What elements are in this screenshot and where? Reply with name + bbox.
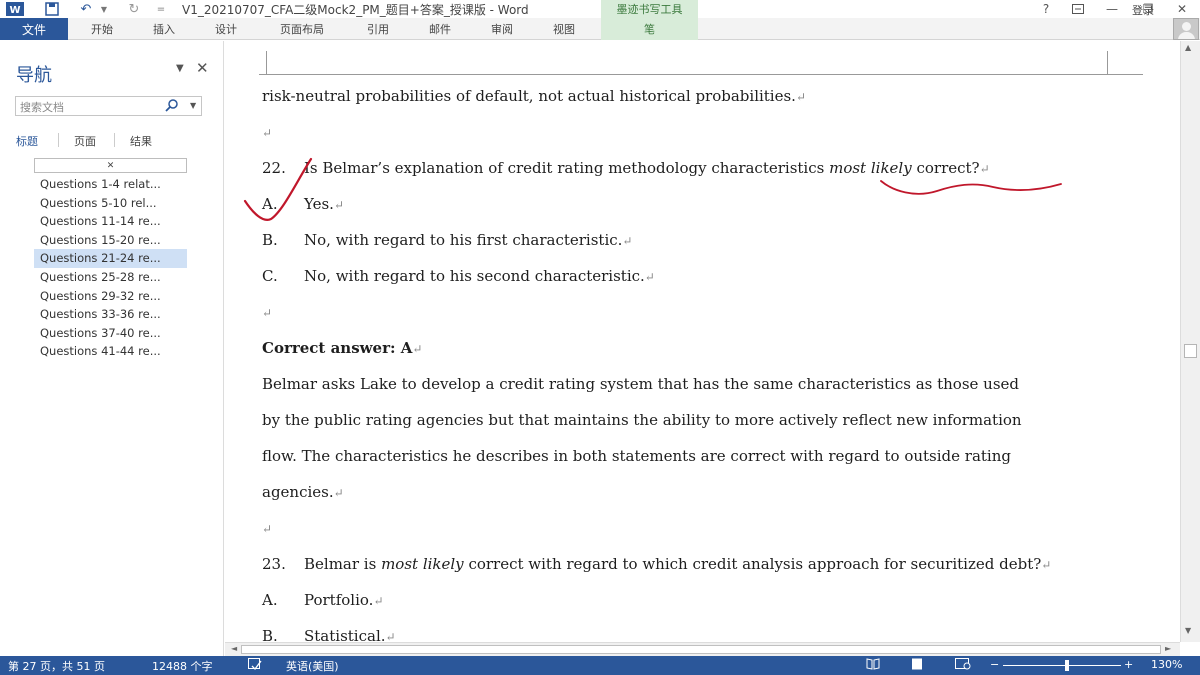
heading-item[interactable]: Questions 29-32 re...	[34, 287, 187, 306]
tab-mailings[interactable]: 邮件	[420, 18, 460, 40]
language-status[interactable]: 英语(美国)	[286, 658, 339, 674]
heading-item[interactable]: Questions 41-44 re...	[34, 342, 187, 361]
collapse-headings-button[interactable]: ✕	[34, 158, 187, 173]
tab-view[interactable]: 视图	[544, 18, 584, 40]
tab-design[interactable]: 设计	[206, 18, 246, 40]
collapse-arrow-icon: ✕	[106, 160, 115, 171]
heading-item[interactable]: Questions 33-36 re...	[34, 305, 187, 324]
nav-tab-divider	[114, 133, 115, 147]
ink-annotations	[243, 157, 1062, 221]
tab-file[interactable]: 文件	[0, 18, 68, 40]
tab-page-layout[interactable]: 页面布局	[268, 18, 336, 40]
scroll-left-icon[interactable]: ◄	[231, 644, 237, 653]
ink-checkmark	[243, 157, 313, 221]
minimize-icon[interactable]: —	[1100, 0, 1124, 18]
word-count-status[interactable]: 12488 个字	[152, 658, 213, 674]
title-bar: W ↶ ▼ ↻ = V1_20210707_CFA二级Mock2_PM_题目+答…	[0, 0, 1200, 18]
heading-item[interactable]: Questions 15-20 re...	[34, 231, 187, 250]
close-pane-icon[interactable]: ✕	[196, 59, 209, 77]
web-layout-icon[interactable]	[955, 658, 971, 673]
word-logo-icon: W	[2, 1, 28, 17]
avatar[interactable]	[1173, 18, 1199, 40]
pane-options-icon[interactable]: ▼	[176, 63, 184, 74]
scroll-up-icon[interactable]: ▲	[1185, 43, 1191, 52]
nav-tab-divider	[58, 133, 59, 147]
heading-item[interactable]: Questions 11-14 re...	[34, 212, 187, 231]
document-title: V1_20210707_CFA二级Mock2_PM_题目+答案_授课版 - Wo…	[182, 3, 529, 17]
navigation-pane-title: 导航	[16, 65, 52, 86]
page-count-status[interactable]: 第 27 页，共 51 页	[8, 658, 105, 674]
tab-home[interactable]: 开始	[82, 18, 122, 40]
horizontal-scrollbar[interactable]: ◄ ►	[225, 642, 1180, 656]
redo-icon[interactable]: ↻	[124, 1, 144, 17]
sign-in-link[interactable]: 登录	[1132, 2, 1154, 18]
search-options-dropdown-icon[interactable]: ▼	[190, 101, 196, 110]
vertical-scrollbar[interactable]: ▲ ▼	[1180, 41, 1200, 642]
zoom-out-button[interactable]: −	[990, 658, 999, 671]
save-icon[interactable]	[42, 1, 62, 17]
tab-insert[interactable]: 插入	[144, 18, 184, 40]
ribbon-tab-bar: 文件 开始 插入 设计 页面布局 引用 邮件 审阅 视图 笔	[0, 18, 1200, 40]
zoom-in-button[interactable]: +	[1124, 658, 1133, 671]
search-icon[interactable]	[165, 98, 179, 116]
scroll-down-icon[interactable]: ▼	[1185, 626, 1191, 635]
quick-access-more-icon[interactable]: =	[154, 1, 168, 17]
document-canvas[interactable]: risk-neutral probabilities of default, n…	[225, 41, 1180, 642]
heading-item[interactable]: Questions 1-4 relat...	[34, 175, 187, 194]
heading-item[interactable]: Questions 5-10 rel...	[34, 194, 187, 213]
tab-pen[interactable]: 笔	[601, 18, 698, 40]
tab-references[interactable]: 引用	[358, 18, 398, 40]
heading-item-selected[interactable]: Questions 21-24 re...	[34, 249, 187, 268]
zoom-slider-track[interactable]	[1003, 665, 1121, 666]
ribbon-display-options-icon[interactable]	[1066, 0, 1090, 18]
undo-dropdown-icon[interactable]: ▼	[98, 1, 110, 17]
status-bar: 第 27 页，共 51 页 12488 个字 英语(美国) − + 130%	[0, 656, 1200, 675]
zoom-level[interactable]: 130%	[1151, 658, 1182, 671]
read-mode-icon[interactable]	[866, 658, 880, 673]
tab-review[interactable]: 审阅	[482, 18, 522, 40]
nav-tab-headings[interactable]: 标题	[16, 133, 38, 149]
nav-tab-results[interactable]: 结果	[130, 133, 152, 149]
heading-item[interactable]: Questions 37-40 re...	[34, 324, 187, 343]
zoom-slider-thumb[interactable]	[1065, 660, 1069, 671]
undo-icon[interactable]: ↶	[76, 1, 96, 17]
proofing-icon[interactable]	[248, 658, 262, 674]
heading-item[interactable]: Questions 25-28 re...	[34, 268, 187, 287]
help-icon[interactable]: ?	[1034, 0, 1058, 18]
print-layout-icon[interactable]	[910, 658, 924, 673]
ink-underline-squiggle	[880, 180, 1062, 195]
horizontal-scroll-thumb[interactable]	[241, 645, 1161, 654]
ink-tools-context-label: 墨迹书写工具	[601, 0, 698, 18]
scroll-right-icon[interactable]: ►	[1165, 644, 1171, 653]
vertical-scroll-thumb[interactable]	[1184, 344, 1197, 358]
svg-text:W: W	[9, 5, 20, 16]
nav-tab-pages[interactable]: 页面	[74, 133, 96, 149]
navigation-pane: 导航 ▼ ✕ 搜索文档 ▼ 标题 页面 结果 ✕ Questions 1-4 r…	[0, 41, 224, 656]
close-icon[interactable]: ✕	[1170, 0, 1194, 18]
headings-list: Questions 1-4 relat... Questions 5-10 re…	[34, 175, 187, 361]
